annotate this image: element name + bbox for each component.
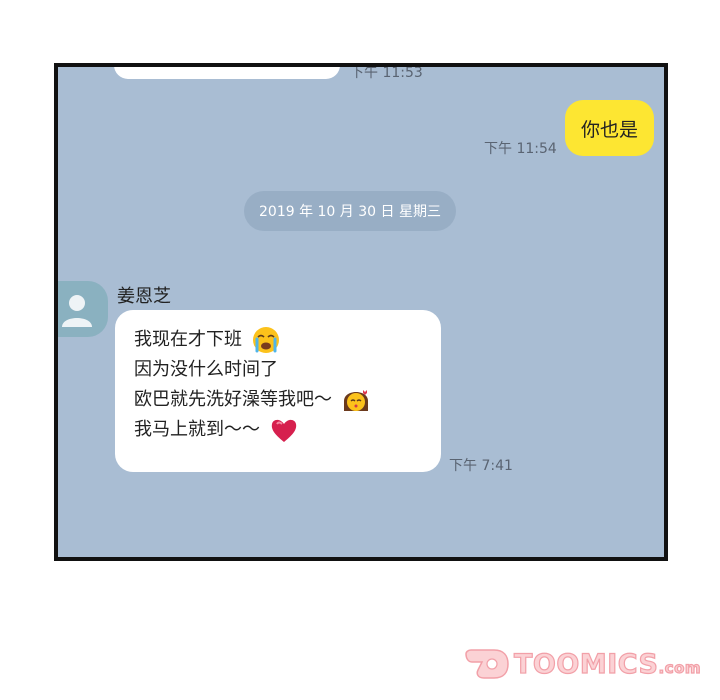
message-line: 因为没什么时间了 xyxy=(134,355,427,385)
message-line-text: 我现在才下班 xyxy=(134,329,242,350)
watermark-text: TOOMICS.com xyxy=(513,648,702,680)
kiss-face-emoji xyxy=(343,390,368,411)
message-line: 我马上就到～～ xyxy=(134,415,427,445)
message-line: 欧巴就先洗好澡等我吧～ xyxy=(134,385,427,415)
date-divider: 2019 年 10 月 30 日 星期三 xyxy=(244,191,456,231)
toomics-logo-icon xyxy=(465,649,509,679)
chat-panel: 下午 11:53 下午 11:54 你也是 2019 年 10 月 30 日 星… xyxy=(54,63,668,561)
date-divider-text: 2019 年 10 月 30 日 星期三 xyxy=(259,204,441,220)
previous-message-timestamp: 下午 11:53 xyxy=(350,65,423,81)
my-message-text: 你也是 xyxy=(581,118,639,141)
message-line-text: 欧巴就先洗好澡等我吧～ xyxy=(134,389,332,410)
heart-emoji xyxy=(271,419,296,442)
incoming-message-timestamp: 下午 7:41 xyxy=(449,458,513,474)
incoming-message-bubble[interactable]: 我现在才下班 因为没什么时间了 欧巴就先洗好澡等我吧～ 我马上就到～～ xyxy=(115,310,441,472)
previous-message-bubble[interactable] xyxy=(114,67,340,79)
message-line: 我现在才下班 xyxy=(134,325,427,355)
sender-name: 姜恩芝 xyxy=(117,286,171,307)
sender-avatar[interactable] xyxy=(58,281,108,337)
crying-face-emoji xyxy=(252,327,279,353)
avatar-person-icon xyxy=(62,295,92,327)
my-message-timestamp: 下午 11:54 xyxy=(484,141,557,157)
toomics-watermark: TOOMICS.com xyxy=(464,644,704,684)
my-message-bubble[interactable]: 你也是 xyxy=(565,100,655,156)
message-line-text: 我马上就到～～ xyxy=(134,419,260,440)
message-line-text: 因为没什么时间了 xyxy=(134,359,278,380)
